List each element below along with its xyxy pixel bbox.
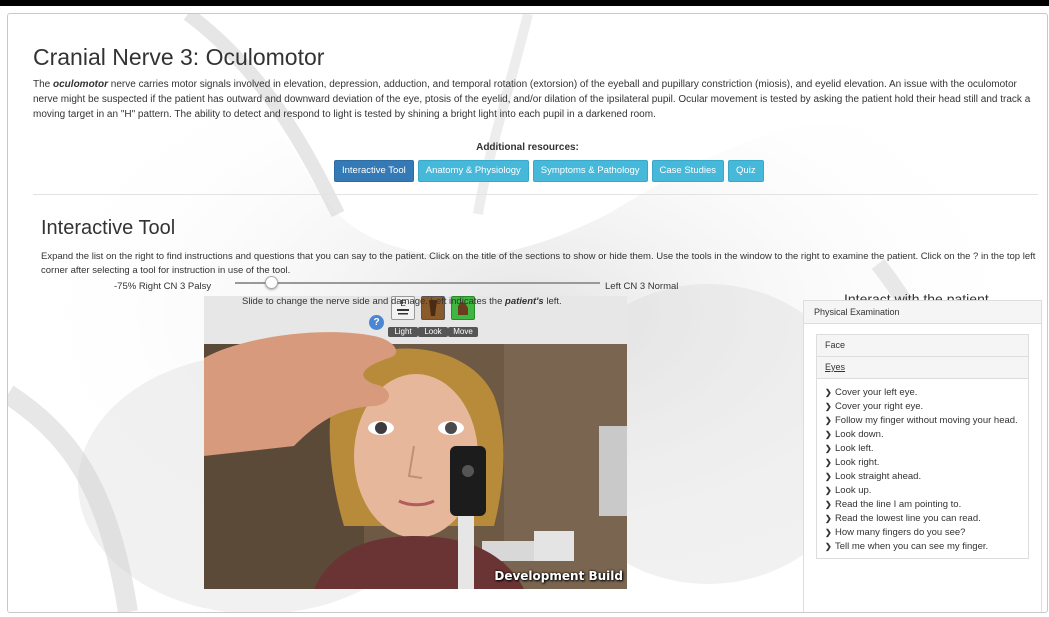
content-panel: Cranial Nerve 3: Oculomotor The oculomot…	[7, 13, 1048, 613]
help-icon[interactable]: ?	[369, 315, 384, 330]
development-build-watermark: Development Build	[494, 569, 623, 583]
list-item[interactable]: ❯ Follow my finger without moving your he…	[825, 414, 1028, 428]
chevron-right-icon: ❯	[825, 500, 832, 509]
eyes-instruction-list: ❯ Cover your left eye. ❯ Cover your right …	[817, 378, 1028, 558]
list-item[interactable]: ❯ How many fingers do you see?	[825, 526, 1028, 540]
list-item[interactable]: ❯ Look up.	[825, 484, 1028, 498]
slider-hint-text: Slide to change the nerve side and damag…	[242, 296, 562, 307]
chevron-right-icon: ❯	[825, 430, 832, 439]
physical-examination-panel: Physical Examination Face Eyes ❯ Cover yo…	[803, 300, 1042, 612]
eyes-section-header[interactable]: Eyes	[817, 357, 1028, 378]
face-section: Face	[816, 334, 1029, 357]
nerve-damage-slider-track[interactable]	[235, 282, 600, 284]
list-item[interactable]: ❯ Tell me when you can see my finger.	[825, 540, 1028, 554]
list-item[interactable]: ❯ Look straight ahead.	[825, 470, 1028, 484]
face-section-header[interactable]: Face	[817, 335, 1028, 356]
list-item[interactable]: ❯ Read the line I am pointing to.	[825, 498, 1028, 512]
nerve-damage-slider-handle[interactable]	[265, 276, 278, 289]
chevron-right-icon: ❯	[825, 472, 832, 481]
list-item[interactable]: ❯ Look right.	[825, 456, 1028, 470]
window-top-border	[0, 0, 1049, 6]
chevron-right-icon: ❯	[825, 528, 832, 537]
list-item[interactable]: ❯ Read the lowest line you can read.	[825, 512, 1028, 526]
additional-resources-label: Additional resources:	[476, 142, 579, 153]
physical-examination-header[interactable]: Physical Examination	[804, 301, 1041, 324]
interactive-tool-title: Interactive Tool	[41, 217, 176, 239]
chevron-right-icon: ❯	[825, 388, 832, 397]
list-item[interactable]: ❯ Look left.	[825, 442, 1028, 456]
anatomy-physiology-button[interactable]: Anatomy & Physiology	[417, 160, 529, 182]
list-item[interactable]: ❯ Cover your right eye.	[825, 400, 1028, 414]
symptoms-pathology-button[interactable]: Symptoms & Pathology	[532, 160, 648, 182]
chevron-right-icon: ❯	[825, 542, 832, 551]
list-item[interactable]: ❯ Cover your left eye.	[825, 386, 1028, 400]
interactive-tool-description: Expand the list on the right to find ins…	[41, 251, 1036, 276]
look-tool-label: Look	[418, 327, 448, 337]
chevron-right-icon: ❯	[825, 416, 832, 425]
chevron-right-icon: ❯	[825, 514, 832, 523]
chevron-right-icon: ❯	[825, 444, 832, 453]
quiz-button[interactable]: Quiz	[728, 160, 764, 182]
resources-button-group: Interactive Tool Anatomy & Physiology Sy…	[334, 160, 764, 182]
chevron-right-icon: ❯	[825, 458, 832, 467]
eyes-section: Eyes ❯ Cover your left eye. ❯ Cover your r…	[816, 357, 1029, 559]
list-item[interactable]: ❯ Look down.	[825, 428, 1028, 442]
section-divider	[33, 194, 1038, 195]
chevron-right-icon: ❯	[825, 486, 832, 495]
nerve-description: The oculomotor nerve carries motor signa…	[33, 79, 1031, 120]
page-title: Cranial Nerve 3: Oculomotor	[33, 44, 325, 70]
slider-left-label: -75% Right CN 3 Palsy	[114, 281, 212, 292]
case-studies-button[interactable]: Case Studies	[651, 160, 725, 182]
slider-right-label: Left CN 3 Normal	[605, 281, 679, 292]
move-tool-label: Move	[448, 327, 478, 337]
patient-simulation-viewport[interactable]: ? E Light Look Move Development Build	[204, 296, 627, 589]
interactive-tool-button[interactable]: Interactive Tool	[334, 160, 414, 182]
light-tool-label: Light	[388, 327, 418, 337]
chevron-right-icon: ❯	[825, 402, 832, 411]
